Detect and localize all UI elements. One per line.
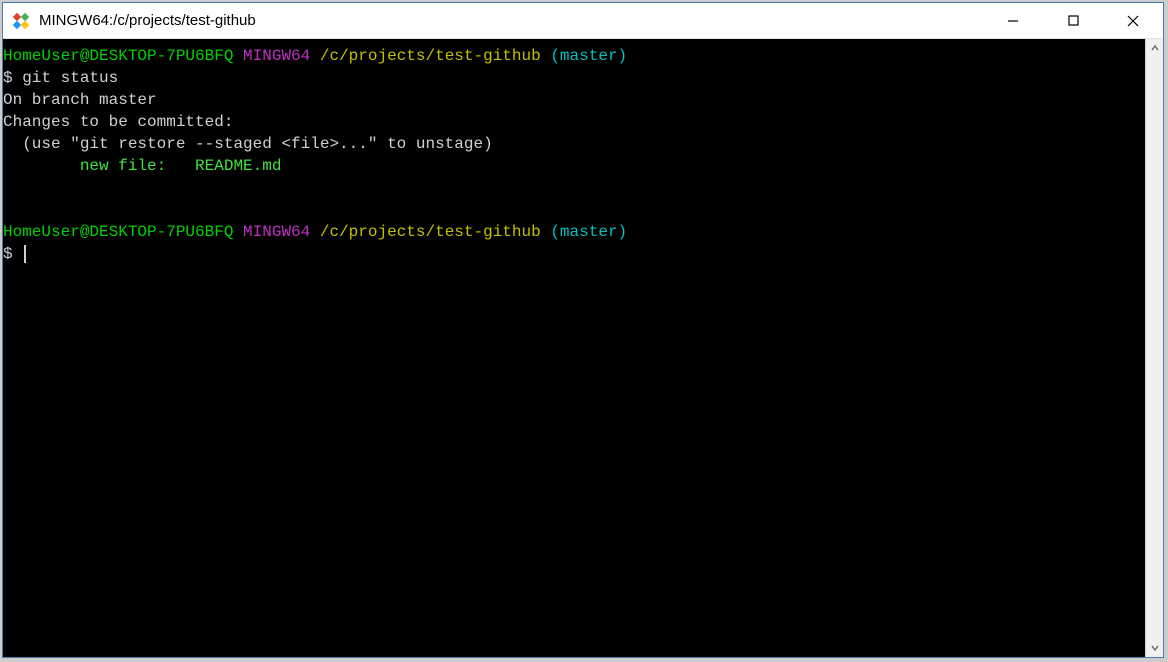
command-line: $ git status — [3, 67, 1145, 89]
blank-line — [3, 199, 1145, 221]
prompt-userhost: HomeUser@DESKTOP-7PU6BFQ — [3, 47, 233, 65]
staged-file: README.md — [195, 157, 281, 175]
blank-line — [3, 177, 1145, 199]
prompt-env: MINGW64 — [243, 47, 310, 65]
close-button[interactable] — [1103, 3, 1163, 38]
output-line: On branch master — [3, 89, 1145, 111]
prompt-path: /c/projects/test-github — [320, 47, 541, 65]
output-line: (use "git restore --staged <file>..." to… — [3, 133, 1145, 155]
cursor-icon — [24, 245, 26, 263]
scroll-down-icon[interactable] — [1146, 639, 1163, 657]
app-icon — [11, 11, 31, 31]
prompt-line: HomeUser@DESKTOP-7PU6BFQ MINGW64 /c/proj… — [3, 45, 1145, 67]
prompt-line: HomeUser@DESKTOP-7PU6BFQ MINGW64 /c/proj… — [3, 221, 1145, 243]
app-window: MINGW64:/c/projects/test-github HomeUser… — [2, 2, 1164, 658]
window-controls — [983, 3, 1163, 38]
scrollbar[interactable] — [1145, 39, 1163, 657]
scroll-track[interactable] — [1146, 57, 1163, 639]
prompt-branch: (master) — [550, 47, 627, 65]
terminal-container: HomeUser@DESKTOP-7PU6BFQ MINGW64 /c/proj… — [3, 39, 1163, 657]
output-line: new file: README.md — [3, 155, 1145, 177]
scroll-up-icon[interactable] — [1146, 39, 1163, 57]
titlebar[interactable]: MINGW64:/c/projects/test-github — [3, 3, 1163, 39]
staged-label: new file: — [3, 157, 195, 175]
command-line: $ — [3, 243, 1145, 265]
minimize-button[interactable] — [983, 3, 1043, 38]
prompt-env: MINGW64 — [243, 223, 310, 241]
prompt-symbol: $ — [3, 245, 22, 263]
terminal[interactable]: HomeUser@DESKTOP-7PU6BFQ MINGW64 /c/proj… — [3, 39, 1145, 657]
window-title: MINGW64:/c/projects/test-github — [39, 12, 983, 29]
prompt-path: /c/projects/test-github — [320, 223, 541, 241]
output-line: Changes to be committed: — [3, 111, 1145, 133]
prompt-branch: (master) — [550, 223, 627, 241]
maximize-button[interactable] — [1043, 3, 1103, 38]
prompt-userhost: HomeUser@DESKTOP-7PU6BFQ — [3, 223, 233, 241]
